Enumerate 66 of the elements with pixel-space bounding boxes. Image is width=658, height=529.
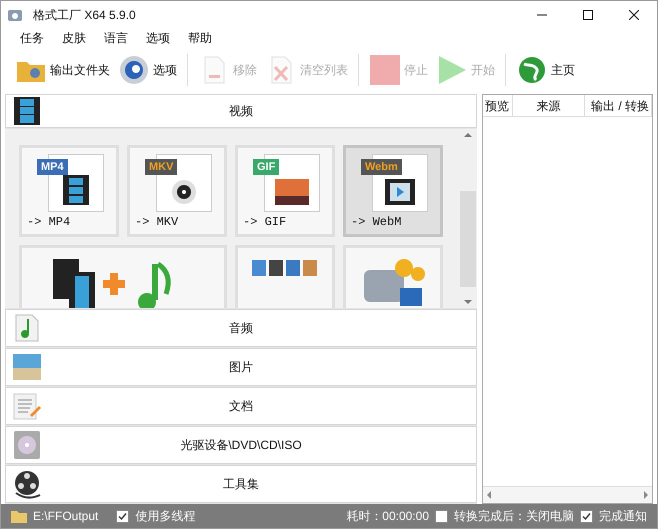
output-folder-path[interactable]: E:\FFOutput xyxy=(33,507,98,525)
scroll-up-icon xyxy=(464,132,472,137)
format-tag: MKV xyxy=(145,159,178,175)
format-label: -> GIF xyxy=(243,214,288,231)
section-title: 光驱设备\DVD\CD\ISO xyxy=(180,437,302,454)
toolbar-button[interactable]: 输出文件夹 xyxy=(13,50,112,90)
checkbox-label: 使用多线程 xyxy=(135,508,196,525)
toolbar-button[interactable]: 主页 xyxy=(514,50,577,90)
format-tile[interactable]: Webm -> WebM xyxy=(343,145,443,237)
format-tag: Webm xyxy=(361,159,402,175)
scrollbar-thumb[interactable] xyxy=(460,190,476,286)
play-icon xyxy=(436,54,468,86)
section-title: 音频 xyxy=(229,320,253,337)
section-header[interactable]: 视频 xyxy=(5,94,477,128)
format-tile[interactable]: MP4 -> MP4 xyxy=(19,145,119,237)
section-header[interactable]: 文档 xyxy=(5,387,477,425)
film-reel-icon xyxy=(171,179,197,205)
maximize-icon xyxy=(583,10,593,20)
toolbar-button[interactable]: 选项 xyxy=(116,50,179,90)
column-header[interactable]: 输出 / 转换 xyxy=(585,95,652,116)
format-tile[interactable]: MKV -> MKV xyxy=(127,145,227,237)
checkbox-label: 完成通知 xyxy=(599,508,647,525)
window-title: 格式工厂 X64 5.9.0 xyxy=(33,6,136,24)
globe-icon xyxy=(516,54,548,86)
format-tag: GIF xyxy=(253,159,280,175)
scroll-down-icon xyxy=(464,300,472,305)
elapsed-time: 耗时：00:00:00 xyxy=(346,508,429,525)
scroll-right-icon xyxy=(644,491,649,499)
format-label: -> MP4 xyxy=(27,214,72,231)
landscape-photo-icon xyxy=(12,352,42,382)
section-header[interactable]: 音频 xyxy=(5,309,477,347)
menu-item[interactable]: 帮助 xyxy=(179,29,221,47)
section-header[interactable]: 工具集 xyxy=(5,465,477,503)
scroll-left-icon xyxy=(486,491,491,499)
section-title: 文档 xyxy=(229,398,253,415)
film-strip-icon xyxy=(12,96,42,126)
menu-item[interactable]: 任务 xyxy=(11,29,53,47)
section-title: 图片 xyxy=(229,359,253,376)
disc-drive-icon xyxy=(12,430,42,460)
checkbox[interactable] xyxy=(435,510,448,522)
menu-item[interactable]: 语言 xyxy=(95,29,137,47)
document-pencil-icon xyxy=(12,391,42,421)
section-title: 工具集 xyxy=(223,476,259,493)
section-title: 视频 xyxy=(229,103,253,120)
gear-icon xyxy=(118,54,150,86)
close-icon xyxy=(629,10,639,20)
format-tag: MP4 xyxy=(37,159,68,175)
column-header[interactable]: 来源 xyxy=(513,95,585,116)
horizontal-scrollbar[interactable] xyxy=(483,486,652,503)
checkbox-label: 转换完成后：关闭电脑 xyxy=(454,508,574,525)
video-play-icon xyxy=(385,179,415,205)
sunset-photo-icon xyxy=(275,179,309,205)
format-label: -> MKV xyxy=(135,214,180,231)
format-label: -> WebM xyxy=(351,214,402,231)
folder-icon xyxy=(11,510,27,522)
menu-item[interactable]: 选项 xyxy=(137,29,179,47)
column-header[interactable]: 预览 xyxy=(483,95,513,116)
section-header[interactable]: 图片 xyxy=(5,348,477,386)
checkbox[interactable] xyxy=(116,510,130,522)
menu-item[interactable]: 皮肤 xyxy=(53,29,95,47)
format-tile[interactable]: GIF -> GIF xyxy=(235,145,335,237)
stop-icon xyxy=(369,54,401,86)
section-header[interactable]: 光驱设备\DVD\CD\ISO xyxy=(5,426,477,464)
film-reel-icon xyxy=(12,469,42,499)
checkbox[interactable] xyxy=(580,510,593,522)
film-strip-icon xyxy=(63,175,89,205)
